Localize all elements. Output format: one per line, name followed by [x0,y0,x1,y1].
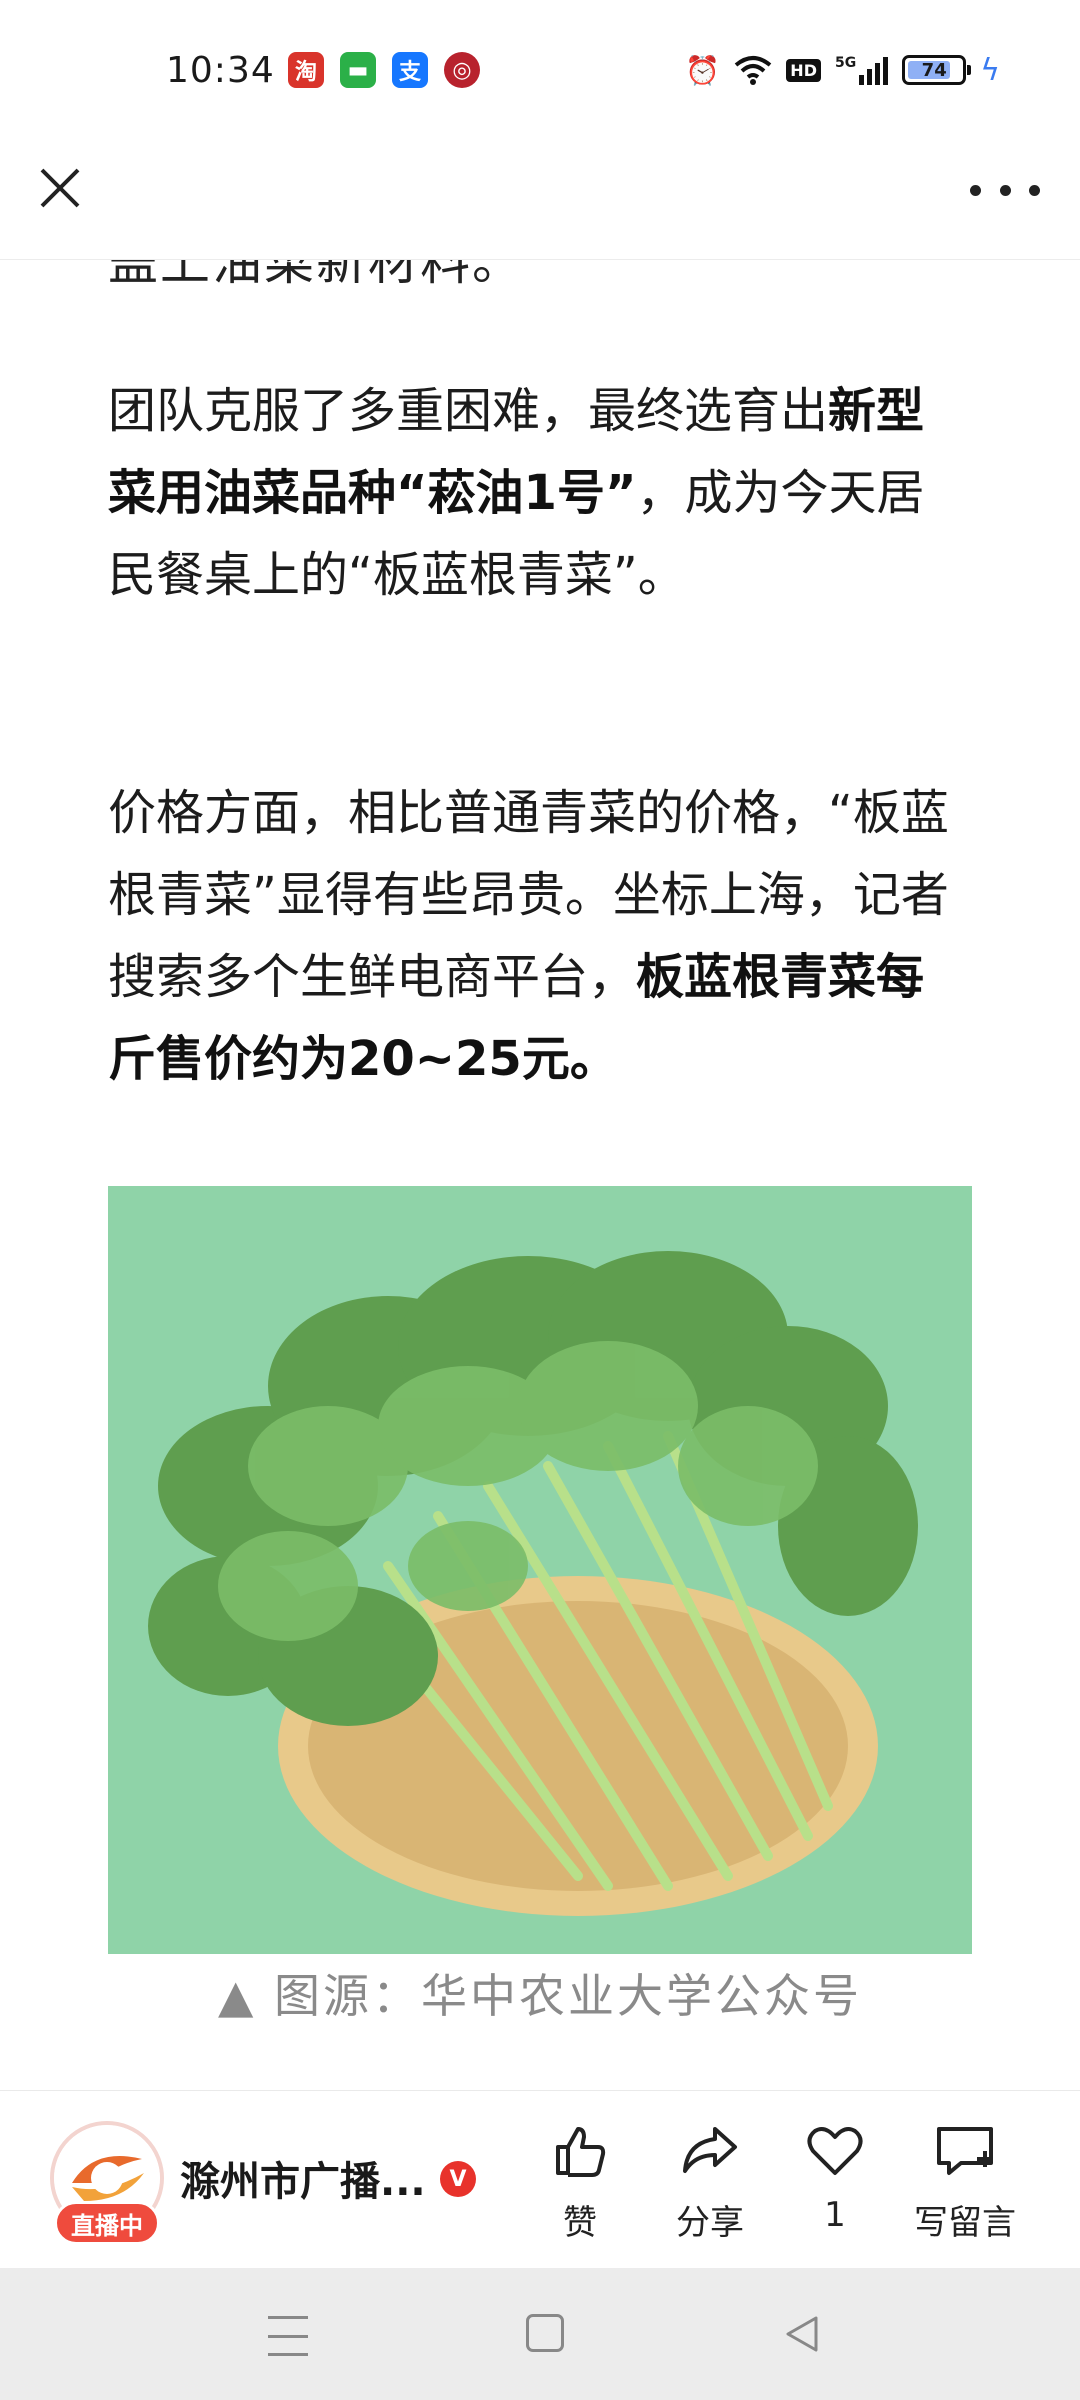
close-button[interactable] [32,160,88,216]
favorite-count: 1 [824,2195,846,2235]
bottom-action-bar: 直播中 滁州市广播... V 赞 分享 1 写留言 [0,2090,1080,2268]
network-label: 5G [834,55,857,71]
top-navigation [0,140,1080,260]
alipay-icon: 支 [392,52,428,88]
charging-icon: ϟ [980,52,1000,88]
battery-level: 74 [921,59,947,81]
share-button[interactable]: 分享 [660,2121,760,2251]
greens-illustration [108,1186,972,1954]
author-name[interactable]: 滁州市广播... [180,2149,426,2207]
status-bar: 10:34 淘 ▬ 支 ◎ ⏰ HD 5G 74 ϟ [0,0,1080,140]
paragraph-text: 团队克服了多重困难，最终选育出 [108,383,829,439]
taobao-icon: 淘 [288,52,324,88]
article-paragraph: 团队克服了多重困难，最终选育出新型菜用油菜品种“菘油1号”，成为今天居民餐桌上的… [108,370,972,616]
wifi-icon [735,56,772,85]
share-label: 分享 [676,2203,744,2243]
photo-caption: ▲ 图源：华中农业大学公众号 [218,1969,862,2023]
vegetable-photo[interactable] [108,1186,972,1954]
article-content[interactable]: 盖上油菜新材料。 团队克服了多重困难，最终选育出新型菜用油菜品种“菘油1号”，成… [0,260,1080,2090]
menu-line-icon [268,2316,308,2319]
menu-line-icon [268,2353,308,2356]
status-time: 10:34 [166,50,275,91]
favorite-button[interactable]: 1 [800,2121,870,2251]
battery-icon: 74 [902,55,972,85]
dot-icon [1029,184,1040,196]
heart-icon [807,2127,863,2175]
system-icons: ⏰ HD 5G 74 ϟ [685,50,1000,90]
share-icon [683,2127,737,2173]
back-button[interactable] [782,2314,822,2354]
recent-apps-button[interactable] [268,2316,308,2356]
write-comment-button[interactable]: 写留言 [900,2121,1030,2251]
hd-badge: HD [786,58,821,82]
like-label: 赞 [563,2203,597,2243]
article-paragraph: 价格方面，相比普通青菜的价格，“板蓝根青菜”显得有些昂贵。坐标上海，记者搜索多个… [108,772,972,1100]
dot-icon [999,184,1011,196]
bank-icon: ◎ [444,52,480,88]
live-badge[interactable]: 直播中 [54,2201,160,2245]
wechat-icon: ▬ [340,52,376,88]
comment-add-icon [937,2127,993,2175]
menu-line-icon [268,2334,308,2338]
more-options-button[interactable] [970,170,1040,210]
signal-icon: 5G [834,55,889,85]
dot-icon [970,184,981,196]
back-triangle-icon [786,2316,818,2352]
article-cutoff-line: 盖上油菜新材料。 [108,260,524,291]
home-button[interactable] [526,2314,564,2352]
verified-badge: V [440,2161,476,2197]
like-button[interactable]: 赞 [540,2121,620,2251]
alarm-icon: ⏰ [685,53,721,87]
thumbs-up-icon [556,2127,606,2177]
system-navigation-bar [0,2268,1080,2400]
close-icon [40,168,80,208]
comment-label: 写留言 [914,2203,1016,2243]
